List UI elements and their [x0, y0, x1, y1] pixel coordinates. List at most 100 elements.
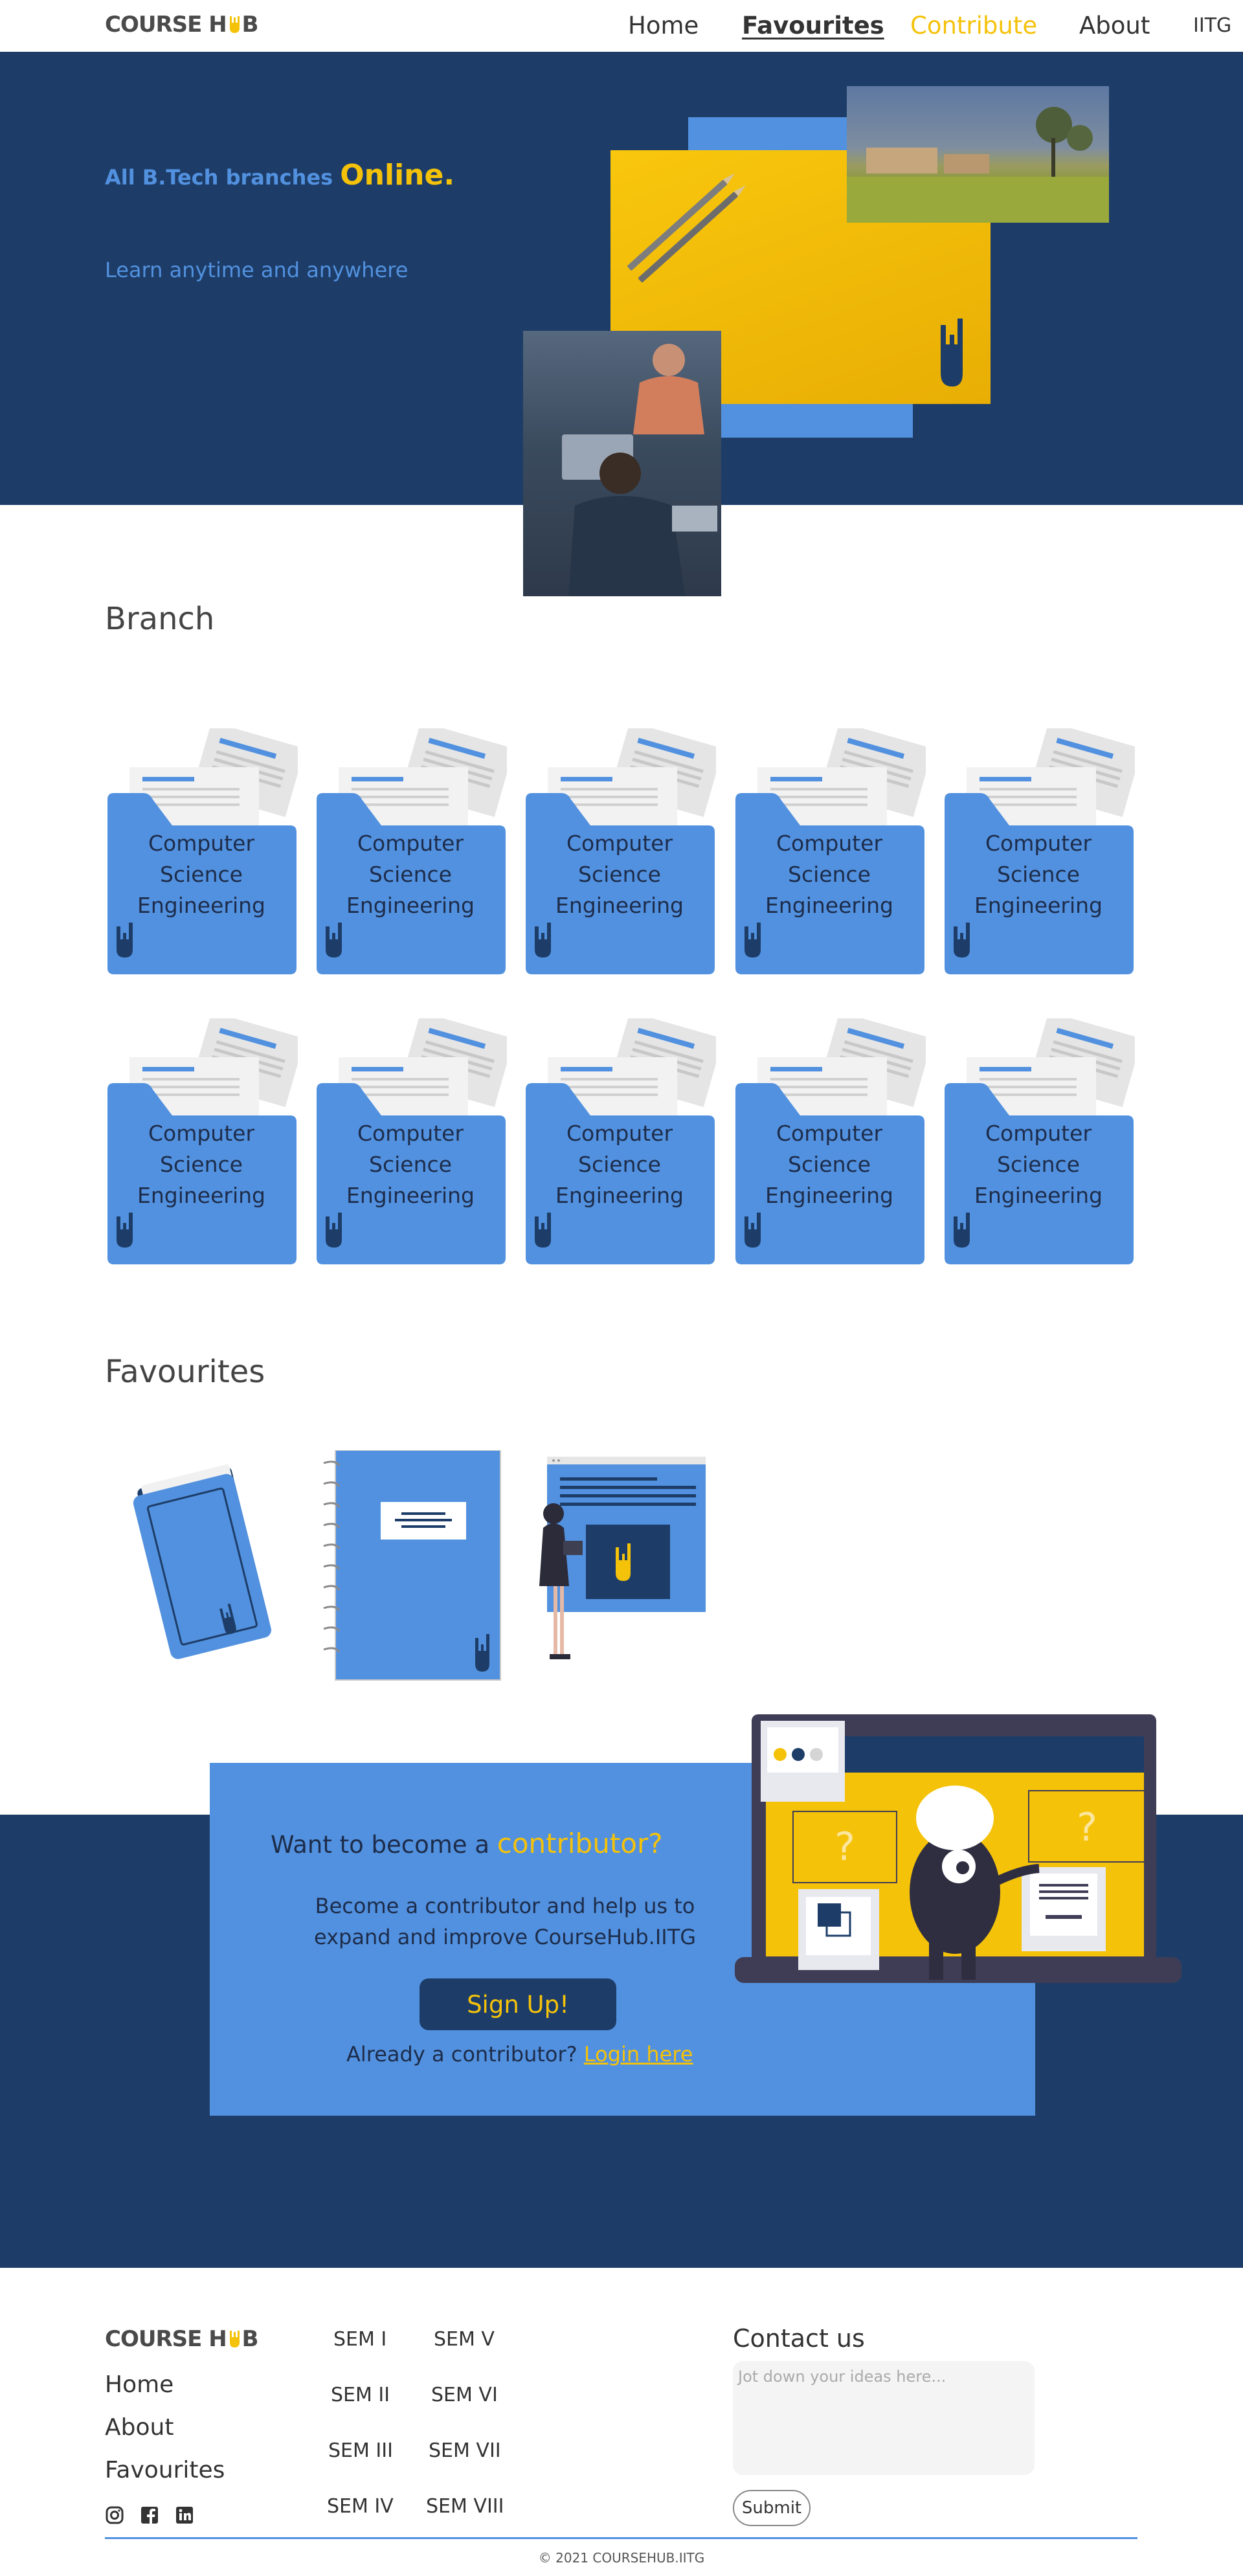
rock-hand-icon [229, 16, 240, 33]
favourite-presentation-item[interactable] [534, 1457, 709, 1679]
branch-folder-card[interactable]: Computer Science Engineering [732, 1018, 926, 1264]
branch-name-line: Science [997, 862, 1080, 887]
hero-team-image [523, 331, 721, 596]
branch-name-line: Computer [566, 1121, 673, 1146]
branch-name-line: Science [578, 1152, 661, 1177]
branch-name-line: Science [578, 862, 661, 887]
contribute-description: Become a contributor and help us to expa… [313, 1894, 697, 1949]
contact-textarea[interactable] [733, 2361, 1035, 2475]
hero-tagline: Learn anytime and anywhere [105, 258, 409, 282]
logo-text-left: COURSE H [105, 12, 227, 38]
sem-link[interactable]: SEM VII [429, 2439, 501, 2462]
branch-name-line: Science [369, 862, 452, 887]
branch-folder-label: Computer Science Engineering [528, 828, 711, 921]
sem-link[interactable]: SEM II [331, 2384, 390, 2406]
branch-name-line: Science [997, 1152, 1080, 1177]
footer-logo-text-left: COURSE H [105, 2326, 227, 2352]
branch-name-line: Engineering [765, 1183, 893, 1208]
favourite-book-item[interactable] [129, 1457, 272, 1666]
branch-folder-label: Computer Science Engineering [319, 1118, 502, 1211]
branch-folder-label: Computer Science Engineering [947, 828, 1130, 921]
sem-link[interactable]: SEM I [333, 2328, 386, 2351]
signup-button[interactable]: Sign Up! [420, 1978, 616, 2030]
submit-button[interactable]: Submit [733, 2490, 811, 2526]
footer-home-link[interactable]: Home [105, 2371, 174, 2398]
branch-folder-card[interactable]: Computer Science Engineering [941, 1018, 1135, 1264]
footer-favourites-link[interactable]: Favourites [105, 2457, 225, 2483]
instagram-icon[interactable] [105, 2505, 124, 2525]
branch-folder-card[interactable]: Computer Science Engineering [313, 728, 507, 974]
nav-contribute-link[interactable]: Contribute [910, 12, 1037, 39]
branch-name-line: Computer [776, 831, 883, 856]
rock-hand-icon [745, 1213, 761, 1248]
branch-folder-label: Computer Science Engineering [947, 1118, 1130, 1211]
rock-hand-icon [326, 923, 342, 958]
branch-name-line: Engineering [137, 1183, 265, 1208]
favourites-section-title: Favourites [105, 1354, 265, 1390]
laptop-illustration: ? ? [735, 1714, 1181, 1983]
branch-folder-label: Computer Science Engineering [738, 828, 921, 921]
branch-folder-card[interactable]: Computer Science Engineering [313, 1018, 507, 1264]
branch-folder-card[interactable]: Computer Science Engineering [522, 728, 716, 974]
facebook-icon[interactable] [140, 2505, 159, 2525]
branch-name-line: Engineering [765, 893, 893, 918]
top-navbar: COURSE H B Home Favourites Contribute Ab… [0, 0, 1243, 52]
footer-divider [105, 2537, 1137, 2539]
branch-name-line: Engineering [346, 1183, 475, 1208]
login-prompt: Already a contributor? Login here [346, 2042, 693, 2066]
sem-link[interactable]: SEM III [328, 2439, 393, 2462]
branch-folder-card[interactable]: Computer Science Engineering [732, 728, 926, 974]
favourite-notebook-item[interactable] [317, 1450, 505, 1686]
branch-name-line: Engineering [974, 1183, 1103, 1208]
site-logo[interactable]: COURSE H B [105, 12, 259, 38]
login-link[interactable]: Login here [584, 2042, 693, 2066]
rock-hand-icon [535, 923, 551, 958]
branch-name-line: Science [788, 862, 871, 887]
branch-name-line: Engineering [555, 893, 684, 918]
hero-headline: All B.Tech branches Online. [105, 159, 454, 192]
copyright-text: © 2021 COURSEHUB.IITG [538, 2550, 705, 2566]
branch-folder-card[interactable]: Computer Science Engineering [522, 1018, 716, 1264]
branch-folder-card[interactable]: Computer Science Engineering [104, 1018, 298, 1264]
branch-name-line: Science [160, 862, 243, 887]
branch-folder-card[interactable]: Computer Science Engineering [104, 728, 298, 974]
hero-campus-image [847, 86, 1109, 223]
contribute-title-part2: contributor? [497, 1828, 663, 1859]
branch-section-title: Branch [105, 601, 215, 637]
rock-hand-icon [117, 1213, 133, 1248]
rock-hand-icon [954, 923, 970, 958]
contribute-title-part1: Want to become a [271, 1831, 497, 1859]
nav-iitg-link[interactable]: IITG [1193, 14, 1231, 37]
branch-name-line: Computer [357, 831, 464, 856]
linkedin-icon[interactable] [175, 2505, 194, 2525]
branch-name-line: Computer [985, 831, 1092, 856]
branch-folder-label: Computer Science Engineering [110, 1118, 293, 1211]
branch-name-line: Science [369, 1152, 452, 1177]
branch-folder-label: Computer Science Engineering [738, 1118, 921, 1211]
branch-name-line: Computer [357, 1121, 464, 1146]
nav-home-link[interactable]: Home [628, 12, 699, 39]
rock-hand-icon [745, 923, 761, 958]
branch-name-line: Engineering [555, 1183, 684, 1208]
branch-name-line: Computer [148, 831, 255, 856]
nav-favourites-link[interactable]: Favourites [742, 12, 884, 39]
footer-logo[interactable]: COURSE H B [105, 2326, 259, 2352]
svg-text:?: ? [834, 1824, 855, 1870]
branch-name-line: Computer [776, 1121, 883, 1146]
svg-text:?: ? [1077, 1805, 1097, 1850]
footer-about-link[interactable]: About [105, 2414, 174, 2441]
contact-title: Contact us [733, 2324, 865, 2353]
sem-link[interactable]: SEM IV [327, 2495, 394, 2518]
nav-about-link[interactable]: About [1079, 12, 1150, 39]
sem-link[interactable]: SEM V [434, 2328, 495, 2351]
branch-folder-card[interactable]: Computer Science Engineering [941, 728, 1135, 974]
branch-folder-label: Computer Science Engineering [110, 828, 293, 921]
rock-hand-icon [954, 1213, 970, 1248]
hero-headline-part1: All B.Tech branches [105, 165, 341, 190]
branch-name-line: Science [160, 1152, 243, 1177]
rock-hand-icon [941, 319, 963, 386]
sem-link[interactable]: SEM VIII [426, 2495, 504, 2518]
rock-hand-icon [535, 1213, 551, 1248]
sem-link[interactable]: SEM VI [431, 2384, 498, 2406]
branch-folder-label: Computer Science Engineering [319, 828, 502, 921]
